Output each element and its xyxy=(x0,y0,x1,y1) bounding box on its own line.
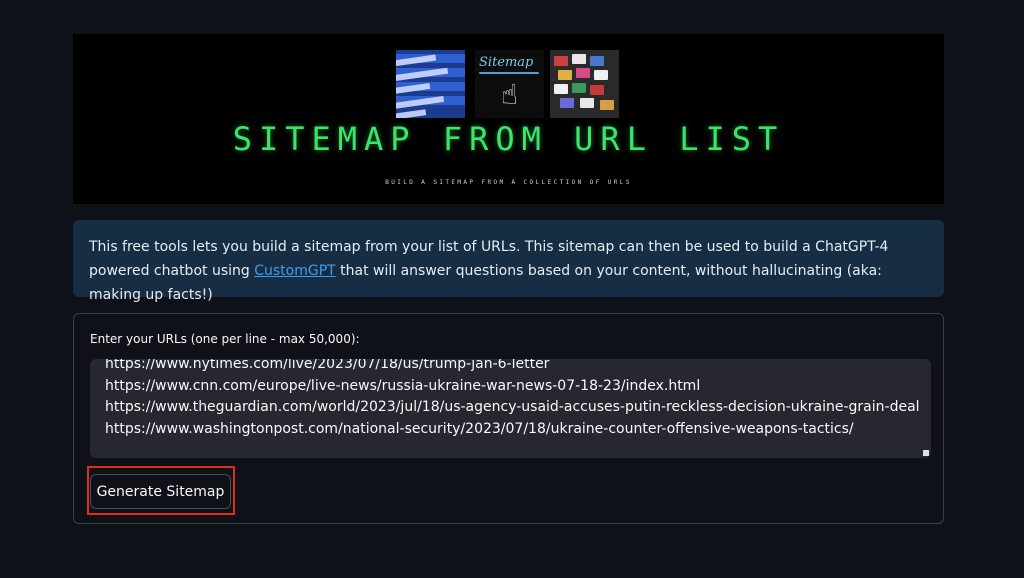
customgpt-link[interactable]: CustomGPT xyxy=(254,263,335,279)
tablets-thumbnail xyxy=(550,50,619,118)
caption-underline xyxy=(479,72,539,74)
app-page: Sitemap ☝ SITEMAP FROM URL LIST BUILD A … xyxy=(0,0,1024,578)
url-code-thumbnail xyxy=(396,50,465,118)
header-banner: Sitemap ☝ SITEMAP FROM URL LIST BUILD A … xyxy=(73,34,944,204)
sitemap-form: Enter your URLs (one per line - max 50,0… xyxy=(73,313,944,524)
thumbnail-caption: Sitemap xyxy=(479,55,534,70)
url-line: https://www.theguardian.com/world/2023/j… xyxy=(105,399,920,415)
url-line: https://www.cnn.com/europe/live-news/rus… xyxy=(105,377,701,394)
url-line: https://www.nytimes.com/live/2023/07/18/… xyxy=(105,359,550,372)
info-alert: This free tools lets you build a sitemap… xyxy=(73,220,944,303)
generate-sitemap-button[interactable]: Generate Sitemap xyxy=(90,474,231,509)
sitemap-hand-thumbnail: Sitemap ☝ xyxy=(475,50,544,118)
resize-handle-icon[interactable] xyxy=(923,450,929,456)
banner-title: SITEMAP FROM URL LIST xyxy=(232,120,785,158)
urls-label: Enter your URLs (one per line - max 50,0… xyxy=(90,332,360,346)
urls-textarea[interactable]: https://www.nytimes.com/live/2023/07/18/… xyxy=(90,359,931,458)
banner-subtitle: BUILD A SITEMAP FROM A COLLECTION OF URL… xyxy=(385,179,632,186)
urls-lines: https://www.nytimes.com/live/2023/07/18/… xyxy=(105,359,920,440)
pointing-hand-icon: ☝ xyxy=(501,78,519,111)
url-line: https://www.washingtonpost.com/national-… xyxy=(105,420,854,437)
